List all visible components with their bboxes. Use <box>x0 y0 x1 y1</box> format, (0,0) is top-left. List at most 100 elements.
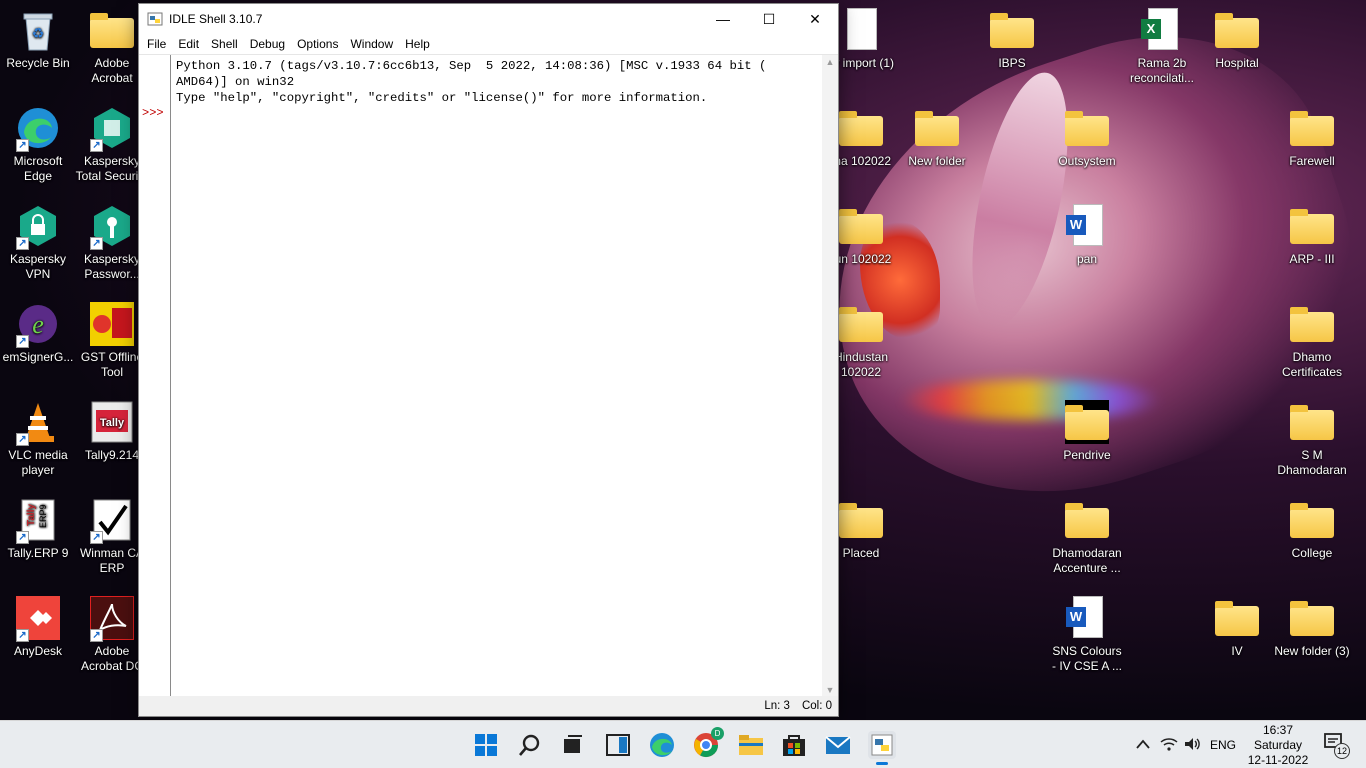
volume-icon[interactable] <box>1184 737 1202 754</box>
desktop-icon-label: Kaspersky VPN <box>9 252 67 281</box>
wifi-icon[interactable] <box>1160 737 1178 754</box>
tally-erp9-icon: Tally ERP9 ↗ <box>16 498 60 544</box>
desktop-icon-label: Recycle Bin <box>6 56 70 70</box>
scroll-down-arrow-icon[interactable]: ▼ <box>825 685 835 695</box>
task-view-icon[interactable] <box>559 731 587 759</box>
desktop-folder-sm-dhamodaran[interactable]: S M Dhamodaran <box>1274 400 1350 478</box>
maximize-button[interactable]: ☐ <box>746 4 792 34</box>
edge-taskbar-icon[interactable] <box>648 731 676 759</box>
shortcut-arrow-icon: ↗ <box>90 237 103 250</box>
desktop-folder-dhamo-certificates[interactable]: Dhamo Certificates <box>1274 302 1350 380</box>
desktop-folder-farewell[interactable]: Farewell <box>1274 106 1350 169</box>
desktop-folder-dhamodaran-accenture[interactable]: Dhamodaran Accenture ... <box>1049 498 1125 576</box>
menu-debug[interactable]: Debug <box>244 37 291 51</box>
mail-icon[interactable] <box>824 731 852 759</box>
desktop-icon-label: New folder (3) <box>1274 644 1350 658</box>
menu-options[interactable]: Options <box>291 37 344 51</box>
desktop-icon-label: pan <box>1076 252 1098 266</box>
shell-area[interactable]: >>> Python 3.10.7 (tags/v3.10.7:6cc6b13,… <box>139 54 838 697</box>
start-windows-icon[interactable] <box>472 731 500 759</box>
desktop-folder-hospital[interactable]: Hospital <box>1199 8 1275 71</box>
desktop-doc-pan[interactable]: W pan <box>1049 204 1125 267</box>
document-icon <box>839 8 883 52</box>
search-icon[interactable] <box>516 731 544 759</box>
shell-output[interactable]: Python 3.10.7 (tags/v3.10.7:6cc6b13, Sep… <box>176 58 820 106</box>
microsoft-store-icon[interactable] <box>780 731 808 759</box>
desktop-doc-rama-reconciliation[interactable]: X Rama 2b reconcilati... <box>1124 8 1200 86</box>
desktop-folder-college[interactable]: College <box>1274 498 1350 561</box>
close-button[interactable]: ✕ <box>792 4 838 34</box>
menu-help[interactable]: Help <box>399 37 436 51</box>
desktop-folder-pendrive[interactable]: Pendrive <box>1049 400 1125 463</box>
desktop-icon-label: Microsoft Edge <box>13 154 63 183</box>
folder-icon <box>1215 596 1259 640</box>
vertical-scrollbar[interactable]: ▲ ▼ <box>822 55 838 697</box>
desktop-icon-label: New folder <box>908 154 966 168</box>
python-idle-taskbar-icon[interactable] <box>868 731 896 765</box>
shortcut-arrow-icon: ↗ <box>16 335 29 348</box>
desktop-folder-new-folder-3[interactable]: New folder (3) <box>1274 596 1350 659</box>
language-indicator[interactable]: ENG <box>1210 738 1236 752</box>
menu-shell[interactable]: Shell <box>205 37 244 51</box>
shortcut-arrow-icon: ↗ <box>16 629 29 642</box>
word-document-icon: W <box>1065 204 1109 248</box>
folder-icon <box>990 8 1034 52</box>
folder-icon <box>1290 498 1334 542</box>
desktop-icon-recycle-bin[interactable]: ♻ Recycle Bin <box>0 8 76 71</box>
shell-line: Python 3.10.7 (tags/v3.10.7:6cc6b13, Sep… <box>176 59 767 73</box>
desktop-icon-label: Dhamodaran Accenture ... <box>1052 546 1122 575</box>
window-titlebar[interactable]: IDLE Shell 3.10.7 — ☐ ✕ <box>139 4 838 34</box>
desktop-icon-vlc[interactable]: ↗ VLC media player <box>0 400 76 478</box>
clock-date: 12-11-2022 <box>1247 753 1309 767</box>
widgets-icon[interactable] <box>604 731 632 759</box>
desktop-icon-tally-erp9[interactable]: Tally ERP9 ↗ Tally.ERP 9 <box>0 498 76 561</box>
folder-icon <box>90 8 134 52</box>
shortcut-arrow-icon: ↗ <box>16 531 29 544</box>
folder-icon <box>1290 204 1334 248</box>
chrome-profile-badge: D <box>711 727 724 740</box>
svg-text:e: e <box>32 310 44 339</box>
excel-document-icon: X <box>1140 8 1184 52</box>
clock-time: 16:37 <box>1262 723 1294 737</box>
clock-day: Saturday <box>1253 738 1303 752</box>
menu-edit[interactable]: Edit <box>172 37 205 51</box>
system-tray: ENG <box>1136 721 1236 768</box>
desktop-folder-new-folder[interactable]: New folder <box>899 106 975 169</box>
desktop-icon-edge[interactable]: ↗ Microsoft Edge <box>0 106 76 184</box>
edge-icon: ↗ <box>16 106 60 152</box>
file-explorer-icon[interactable] <box>737 731 765 759</box>
menu-file[interactable]: File <box>141 37 172 51</box>
vlc-cone-icon: ↗ <box>16 400 60 446</box>
menu-window[interactable]: Window <box>344 37 399 51</box>
scroll-up-arrow-icon[interactable]: ▲ <box>825 57 835 67</box>
acrobat-dc-icon: ↗ <box>89 595 135 642</box>
desktop-icon-label: Farewell <box>1289 154 1335 168</box>
chrome-icon[interactable]: D <box>692 727 724 759</box>
desktop-icon-kaspersky-vpn[interactable]: ↗ Kaspersky VPN <box>0 204 76 282</box>
desktop-folder-iv[interactable]: IV <box>1199 596 1275 659</box>
minimize-button[interactable]: — <box>700 4 746 34</box>
notification-icon[interactable]: 12 <box>1322 731 1352 759</box>
taskbar-clock[interactable]: 16:37 Saturday 12-11-2022 <box>1238 721 1318 768</box>
prompt-gutter: >>> <box>139 55 171 697</box>
idle-shell-window[interactable]: IDLE Shell 3.10.7 — ☐ ✕ File Edit Shell … <box>138 3 839 717</box>
desktop-icon-label: AnyDesk <box>13 644 63 658</box>
folder-icon <box>839 204 883 248</box>
folder-icon <box>839 106 883 150</box>
svg-text:Tally: Tally <box>100 417 125 429</box>
folder-icon <box>1290 106 1334 150</box>
desktop-folder-arp-iii[interactable]: ARP - III <box>1274 204 1350 267</box>
folder-icon <box>1290 302 1334 346</box>
desktop-folder-ibps[interactable]: IBPS <box>974 8 1050 71</box>
desktop-icon-emsigner[interactable]: e ↗ emSignerG... <box>0 302 76 365</box>
desktop-icon-label: ARP - III <box>1289 252 1335 266</box>
python-idle-icon <box>147 11 163 27</box>
desktop-icon-anydesk[interactable]: ↗ AnyDesk <box>0 596 76 659</box>
shell-line: AMD64)] on win32 <box>176 75 295 89</box>
desktop-folder-outsystem[interactable]: Outsystem <box>1049 106 1125 169</box>
desktop-doc-sns-colours[interactable]: W SNS Colours - IV CSE A ... <box>1049 596 1125 674</box>
status-column: Col: 0 <box>801 700 832 712</box>
kaspersky-total-security-icon: ↗ <box>90 106 134 152</box>
svg-text:ERP9: ERP9 <box>38 504 48 528</box>
chevron-up-icon[interactable] <box>1136 738 1150 752</box>
